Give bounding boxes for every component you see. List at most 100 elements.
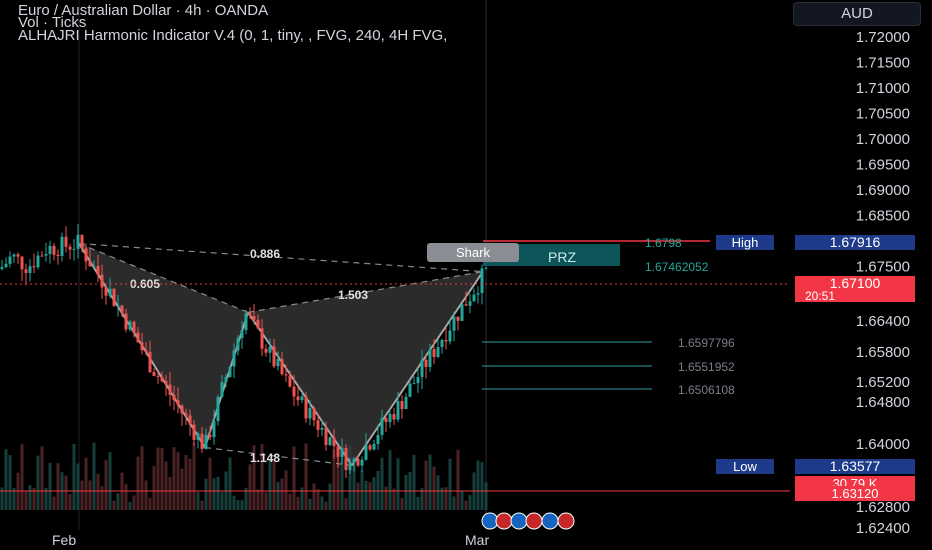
volume-bar [28, 485, 32, 510]
volume-bars [0, 442, 488, 510]
volume-bar [372, 477, 376, 510]
volume-bar [172, 447, 176, 510]
candle-body [196, 433, 200, 440]
event-icon [557, 512, 575, 530]
candle-body [100, 274, 104, 288]
volume-bar [104, 460, 108, 510]
volume-bar [136, 456, 140, 510]
candle-body [460, 304, 464, 321]
candle-body [316, 420, 320, 430]
target-label: 1.6551952 [678, 360, 735, 374]
candle-body [372, 443, 376, 450]
volume-bar [264, 492, 268, 510]
candle-body [344, 448, 348, 471]
volume-bar [320, 496, 324, 510]
candle-body [380, 418, 384, 435]
volume-bar [392, 488, 396, 510]
candle-body [228, 366, 232, 377]
candle-body [404, 396, 408, 410]
candle-body [416, 377, 420, 384]
candle-body [16, 254, 20, 257]
candle-body [144, 350, 148, 352]
pattern-ratio-label: 1.148 [250, 451, 280, 465]
candle-body [4, 263, 8, 268]
candle-body [52, 245, 56, 255]
volume-bar [84, 457, 88, 510]
high-value: 1.67916 [830, 234, 881, 250]
volume-bar [296, 496, 300, 510]
volume-bar [156, 447, 160, 510]
candle-body [384, 418, 388, 423]
candle-body [320, 427, 324, 430]
volume-bar [56, 463, 60, 510]
candle-body [224, 376, 228, 383]
candle-body [448, 330, 452, 342]
candle-body [248, 313, 252, 317]
volume-bar [164, 461, 168, 510]
low-tag: Low [733, 459, 757, 474]
y-tick-label: 1.64800 [856, 394, 910, 411]
candle-body [140, 342, 144, 351]
x-tick-label: Feb [52, 532, 76, 548]
volume-bar [316, 489, 320, 510]
candle-body [288, 375, 292, 387]
candle-body [272, 346, 276, 367]
x-tick-label: Mar [465, 532, 489, 548]
volume-bar [112, 500, 116, 510]
volume-bar [148, 497, 152, 510]
candle-body [216, 396, 220, 422]
candle-body [476, 293, 480, 295]
candle-body [204, 434, 208, 450]
ratio-line-xd [78, 242, 484, 273]
volume-bar [268, 459, 272, 510]
candle-body [160, 376, 164, 382]
volume-bar [204, 478, 208, 510]
volume-bar [124, 484, 128, 510]
candle-body [28, 266, 32, 273]
candle-body [200, 433, 204, 450]
volume-bar [412, 454, 416, 510]
candle-body [240, 330, 244, 338]
volume-bar [80, 480, 84, 510]
pattern-ratio-label: 1.503 [338, 288, 368, 302]
volume-bar [8, 455, 12, 510]
y-tick-label: 1.69500 [856, 157, 910, 174]
candle-body [324, 427, 328, 445]
candle-body [280, 359, 284, 375]
pattern-ratio-label: 0.886 [250, 247, 280, 261]
volume-bar [236, 500, 240, 510]
candle-body [332, 437, 336, 447]
candle-body [436, 347, 440, 357]
volume-bar [216, 476, 220, 510]
candle-body [340, 448, 344, 457]
volume-bar [436, 475, 440, 510]
candle-body [260, 328, 264, 349]
candle-body [400, 400, 404, 410]
candle-body [176, 400, 180, 406]
prz-level-label: 1.67462052 [645, 260, 709, 274]
candle-body [152, 372, 156, 376]
candle-body [408, 383, 412, 397]
volume-bar [280, 478, 284, 510]
volume-bar [160, 448, 164, 510]
candle-body [48, 245, 52, 254]
event-icon [495, 512, 513, 530]
price-chart[interactable]: 0.8860.6051.5031.148 PRZShark1.67981.674… [0, 0, 932, 550]
volume-bar [68, 494, 72, 510]
candle-body [300, 396, 304, 401]
candle-body [208, 434, 212, 438]
volume-bar [132, 495, 136, 510]
y-tick-label: 1.62400 [856, 520, 910, 537]
volume-bar [128, 501, 132, 510]
volume-bar [184, 455, 188, 510]
time-axis: Feb Mar [52, 532, 489, 548]
target-label: 1.6506108 [678, 383, 735, 397]
y-tick-label: 1.70500 [856, 106, 910, 123]
candle-body [304, 396, 308, 419]
volume-bar [456, 449, 460, 510]
volume-bar [36, 455, 40, 510]
volume-bar [420, 488, 424, 510]
candle-body [184, 413, 188, 416]
grid [78, 0, 487, 530]
candle-body [84, 248, 88, 262]
